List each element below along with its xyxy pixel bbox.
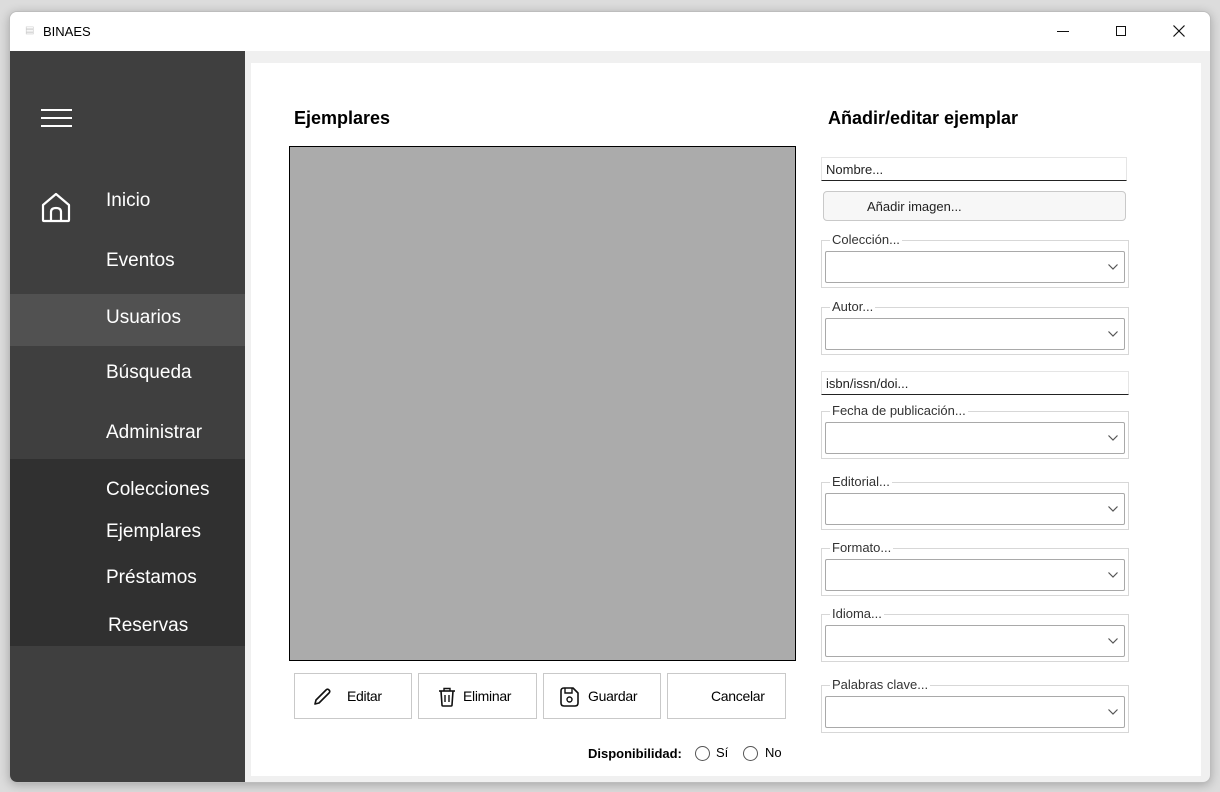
author-label: Autor... xyxy=(830,299,876,314)
keywords-group: Palabras clave... xyxy=(821,677,1129,733)
sidebar-item-usuarios[interactable]: Usuarios xyxy=(10,294,245,346)
chevron-down-icon xyxy=(1108,572,1118,578)
chevron-down-icon xyxy=(1108,506,1118,512)
add-image-button[interactable]: Añadir imagen... xyxy=(823,191,1126,221)
close-button[interactable] xyxy=(1156,12,1202,51)
collection-label: Colección... xyxy=(830,232,902,247)
save-button[interactable]: Guardar xyxy=(543,673,661,719)
submenu-item-label: Reservas xyxy=(108,615,189,636)
close-icon xyxy=(1173,25,1185,37)
author-select[interactable] xyxy=(825,318,1125,350)
item-image-preview xyxy=(289,146,796,661)
save-icon xyxy=(560,687,579,707)
window-title: BINAES xyxy=(43,24,91,39)
maximize-icon xyxy=(1116,26,1126,36)
sidebar-item-label: Búsqueda xyxy=(106,362,192,383)
form-title: Añadir/editar ejemplar xyxy=(828,108,1019,128)
publisher-select[interactable] xyxy=(825,493,1125,525)
availability-label: Disponibilidad: xyxy=(588,746,682,761)
collection-group: Colección... xyxy=(821,232,1129,288)
submenu-item-reservas[interactable]: Reservas xyxy=(10,607,245,647)
sidebar-item-label: Eventos xyxy=(106,250,175,271)
cancel-button-label: Cancelar xyxy=(711,688,765,704)
app-window: ▤ BINAES Inicio Eventos Usuarios Búsqued… xyxy=(9,11,1211,783)
submenu-item-label: Préstamos xyxy=(106,567,197,588)
hamburger-icon xyxy=(41,109,72,127)
edit-button[interactable]: Editar xyxy=(294,673,412,719)
format-group: Formato... xyxy=(821,540,1129,596)
sidebar-item-label: Administrar xyxy=(106,422,203,443)
submenu-item-prestamos[interactable]: Préstamos xyxy=(10,559,245,599)
format-label: Formato... xyxy=(830,540,894,555)
availability-yes-radio[interactable] xyxy=(695,746,710,761)
language-select[interactable] xyxy=(825,625,1125,657)
availability-no-radio[interactable] xyxy=(743,746,758,761)
pencil-icon xyxy=(314,688,331,705)
isbn-field-placeholder: isbn/issn/doi... xyxy=(826,376,909,391)
title-bar: ▤ BINAES xyxy=(10,12,1210,51)
add-image-button-label: Añadir imagen... xyxy=(867,199,962,214)
publication-date-select[interactable] xyxy=(825,422,1125,454)
trash-icon xyxy=(439,687,455,707)
availability-yes-label: Sí xyxy=(716,745,729,760)
page-title: Ejemplares xyxy=(294,108,391,128)
sidebar-item-label: Inicio xyxy=(106,190,151,211)
delete-button-label: Eliminar xyxy=(463,688,512,704)
cancel-button[interactable]: Cancelar xyxy=(667,673,786,719)
sidebar-item-administrar[interactable]: Administrar xyxy=(10,409,245,461)
delete-button[interactable]: Eliminar xyxy=(418,673,537,719)
language-group: Idioma... xyxy=(821,606,1129,662)
edit-button-label: Editar xyxy=(347,688,382,704)
sidebar-item-label: Usuarios xyxy=(106,307,181,328)
chevron-down-icon xyxy=(1108,638,1118,644)
language-label: Idioma... xyxy=(830,606,884,621)
keywords-select[interactable] xyxy=(825,696,1125,728)
author-group: Autor... xyxy=(821,299,1129,355)
chevron-down-icon xyxy=(1108,435,1118,441)
publication-date-group: Fecha de publicación... xyxy=(821,403,1129,459)
maximize-button[interactable] xyxy=(1098,12,1144,51)
submenu-item-label: Colecciones xyxy=(106,479,210,500)
name-field[interactable]: Nombre... xyxy=(821,157,1127,181)
sidebar: Inicio Eventos Usuarios Búsqueda Adminis… xyxy=(10,51,245,782)
isbn-field[interactable]: isbn/issn/doi... xyxy=(821,371,1129,395)
save-button-label: Guardar xyxy=(588,688,638,704)
publisher-group: Editorial... xyxy=(821,474,1129,530)
collection-select[interactable] xyxy=(825,251,1125,283)
app-icon: ▤ xyxy=(25,25,35,36)
sidebar-item-inicio[interactable]: Inicio xyxy=(10,177,245,229)
chevron-down-icon xyxy=(1108,264,1118,270)
publication-date-label: Fecha de publicación... xyxy=(830,403,968,418)
publisher-label: Editorial... xyxy=(830,474,892,489)
menu-toggle-button[interactable] xyxy=(41,108,73,130)
chevron-down-icon xyxy=(1108,709,1118,715)
admin-submenu: Colecciones Ejemplares Préstamos Reserva… xyxy=(10,459,245,646)
availability-no-label: No xyxy=(765,745,782,760)
content-panel: Ejemplares Editar Eliminar Guardar Cance… xyxy=(251,63,1201,776)
name-field-placeholder: Nombre... xyxy=(826,162,884,177)
minimize-icon xyxy=(1057,31,1069,32)
keywords-label: Palabras clave... xyxy=(830,677,931,692)
format-select[interactable] xyxy=(825,559,1125,591)
submenu-item-colecciones[interactable]: Colecciones xyxy=(10,471,245,511)
chevron-down-icon xyxy=(1108,331,1118,337)
submenu-item-label: Ejemplares xyxy=(106,521,202,542)
minimize-button[interactable] xyxy=(1040,12,1086,51)
sidebar-item-eventos[interactable]: Eventos xyxy=(10,237,245,289)
sidebar-item-busqueda[interactable]: Búsqueda xyxy=(10,349,245,401)
submenu-item-ejemplares[interactable]: Ejemplares xyxy=(10,513,245,553)
